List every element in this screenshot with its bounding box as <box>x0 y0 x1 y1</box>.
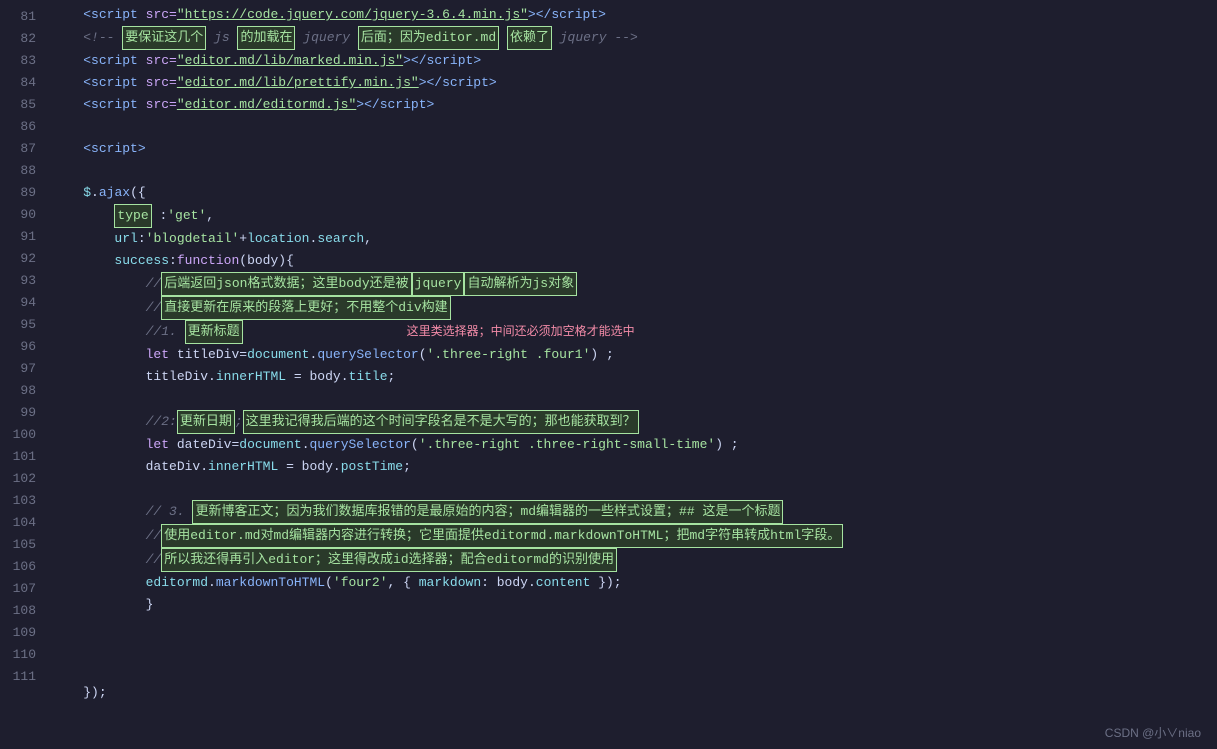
line-num-104: 104 <box>8 512 36 534</box>
code-line-88 <box>52 160 1209 182</box>
line-num-83: 83 <box>8 50 36 72</box>
code-line-109 <box>52 638 1209 660</box>
code-line-85: <script src="editor.md/editormd.js"></sc… <box>52 94 1209 116</box>
code-line-108 <box>52 616 1209 638</box>
code-line-96: let titleDiv=document.querySelector('.th… <box>52 344 1209 366</box>
line-num-86: 86 <box>8 116 36 138</box>
line-num-96: 96 <box>8 336 36 358</box>
code-line-91: url:'blogdetail'+location.search, <box>52 228 1209 250</box>
code-line-87: <script> <box>52 138 1209 160</box>
line-numbers: 81 82 83 84 85 86 87 88 89 90 91 92 93 9… <box>0 4 52 745</box>
line-num-109: 109 <box>8 622 36 644</box>
line-num-102: 102 <box>8 468 36 490</box>
line-num-103: 103 <box>8 490 36 512</box>
line-num-81: 81 <box>8 6 36 28</box>
code-line-100: let dateDiv=document.querySelector('.thr… <box>52 434 1209 456</box>
line-num-87: 87 <box>8 138 36 160</box>
code-line-86 <box>52 116 1209 138</box>
line-num-88: 88 <box>8 160 36 182</box>
line-num-100: 100 <box>8 424 36 446</box>
code-line-93: //后端返回json格式数据；这里body还是被jquery自动解析为js对象 <box>52 272 1209 296</box>
code-line-98 <box>52 388 1209 410</box>
line-num-95: 95 <box>8 314 36 336</box>
code-line-97: titleDiv.innerHTML = body.title; <box>52 366 1209 388</box>
code-line-107: } <box>52 594 1209 616</box>
code-line-81: <script src="https://code.jquery.com/jqu… <box>52 4 1209 26</box>
code-area[interactable]: 81 82 83 84 85 86 87 88 89 90 91 92 93 9… <box>0 0 1217 749</box>
code-line-103: // 3. 更新博客正文；因为我们数据库报错的是最原始的内容；md编辑器的一些样… <box>52 500 1209 524</box>
line-num-106: 106 <box>8 556 36 578</box>
code-line-110 <box>52 660 1209 682</box>
line-num-91: 91 <box>8 226 36 248</box>
line-num-110: 110 <box>8 644 36 666</box>
code-line-95: //1. 更新标题 这里类选择器；中间还必须加空格才能选中 <box>52 320 1209 344</box>
line-num-94: 94 <box>8 292 36 314</box>
line-num-89: 89 <box>8 182 36 204</box>
code-line-104: //使用editor.md对md编辑器内容进行转换；它里面提供editormd.… <box>52 524 1209 548</box>
line-num-85: 85 <box>8 94 36 116</box>
code-line-84: <script src="editor.md/lib/prettify.min.… <box>52 72 1209 94</box>
code-line-105: //所以我还得再引入editor；这里得改成id选择器；配合editormd的识… <box>52 548 1209 572</box>
code-line-89: $.ajax({ <box>52 182 1209 204</box>
line-num-90: 90 <box>8 204 36 226</box>
code-line-94: //直接更新在原来的段落上更好；不用整个div构建 <box>52 296 1209 320</box>
code-line-102 <box>52 478 1209 500</box>
line-num-105: 105 <box>8 534 36 556</box>
line-num-98: 98 <box>8 380 36 402</box>
code-line-99: //2:更新日期;这里我记得我后端的这个时间字段名是不是大写的；那也能获取到？ <box>52 410 1209 434</box>
line-num-93: 93 <box>8 270 36 292</box>
line-num-82: 82 <box>8 28 36 50</box>
code-line-83: <script src="editor.md/lib/marked.min.js… <box>52 50 1209 72</box>
line-num-92: 92 <box>8 248 36 270</box>
line-num-108: 108 <box>8 600 36 622</box>
code-line-111: }); <box>52 682 1209 704</box>
editor-container: 81 82 83 84 85 86 87 88 89 90 91 92 93 9… <box>0 0 1217 749</box>
line-num-107: 107 <box>8 578 36 600</box>
line-num-84: 84 <box>8 72 36 94</box>
code-line-106: editormd.markdownToHTML('four2', { markd… <box>52 572 1209 594</box>
line-num-111: 111 <box>8 666 36 688</box>
watermark: CSDN @小∨niao <box>1105 724 1201 741</box>
code-line-101: dateDiv.innerHTML = body.postTime; <box>52 456 1209 478</box>
line-num-99: 99 <box>8 402 36 424</box>
line-num-101: 101 <box>8 446 36 468</box>
code-lines: <script src="https://code.jquery.com/jqu… <box>52 4 1217 745</box>
code-line-90: type :'get', <box>52 204 1209 228</box>
code-line-82: <!-- 要保证这几个 js 的加载在 jquery 后面；因为editor.m… <box>52 26 1209 50</box>
code-line-92: success:function(body){ <box>52 250 1209 272</box>
line-num-97: 97 <box>8 358 36 380</box>
